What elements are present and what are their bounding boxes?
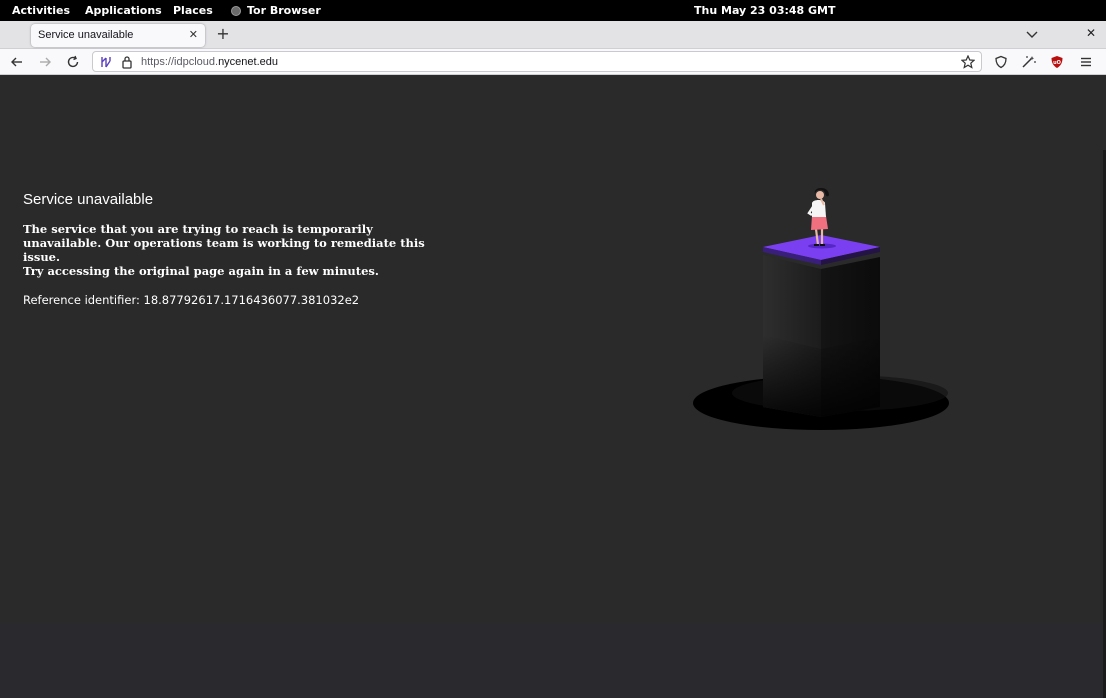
retry-message: Try accessing the original page again in… bbox=[23, 264, 379, 278]
ublock-origin-icon: uO bbox=[1051, 56, 1063, 68]
extensions-button[interactable] bbox=[1020, 53, 1038, 71]
arrow-right-icon bbox=[40, 57, 51, 67]
url-host: nycenet.edu bbox=[218, 56, 278, 68]
app-menu-button[interactable] bbox=[1077, 53, 1095, 71]
svg-text:uO: uO bbox=[1053, 60, 1061, 66]
tab-service-unavailable[interactable]: Service unavailable ✕ bbox=[31, 24, 205, 47]
url-prefix: https://idpcloud. bbox=[141, 56, 219, 68]
close-tab-icon[interactable]: ✕ bbox=[189, 28, 198, 41]
reload-icon bbox=[67, 55, 79, 68]
shield-icon bbox=[995, 55, 1007, 69]
clock[interactable]: Thu May 23 03:48 GMT bbox=[694, 4, 836, 17]
tab-title: Service unavailable bbox=[38, 29, 134, 41]
star-icon[interactable] bbox=[961, 55, 975, 69]
reference-identifier: Reference identifier: 18.87792617.171643… bbox=[23, 293, 360, 307]
error-page: Service unavailable The service that you… bbox=[0, 75, 1106, 698]
tor-browser-icon bbox=[231, 5, 241, 16]
app-menu-label: Tor Browser bbox=[247, 4, 321, 17]
navigation-toolbar: https://idpcloud.nycenet.edu uO bbox=[0, 49, 1106, 75]
system-top-bar: Activities Applications Places Tor Brows… bbox=[0, 0, 1106, 21]
lock-icon[interactable] bbox=[121, 55, 133, 69]
activities-button[interactable]: Activities bbox=[12, 4, 70, 17]
places-menu[interactable]: Places bbox=[173, 4, 213, 17]
tab-strip: Service unavailable ✕ + ✕ bbox=[0, 21, 1106, 49]
magic-wand-icon bbox=[1022, 56, 1036, 68]
ublock-button[interactable]: uO bbox=[1048, 53, 1066, 71]
error-description: The service that you are trying to reach… bbox=[23, 222, 425, 264]
shield-button[interactable] bbox=[992, 53, 1010, 71]
hamburger-menu-icon bbox=[1081, 57, 1091, 67]
arrow-left-icon bbox=[11, 57, 22, 67]
url-text[interactable]: https://idpcloud.nycenet.edu bbox=[141, 56, 278, 68]
reload-button[interactable] bbox=[64, 53, 82, 71]
url-bar[interactable]: https://idpcloud.nycenet.edu bbox=[92, 51, 982, 72]
pedestal-illustration bbox=[693, 188, 949, 430]
new-tab-button[interactable]: + bbox=[214, 25, 232, 43]
applications-menu[interactable]: Applications bbox=[85, 4, 162, 17]
app-menu[interactable]: Tor Browser bbox=[231, 4, 321, 17]
page-title: Service unavailable bbox=[23, 191, 154, 208]
back-button[interactable] bbox=[8, 53, 26, 71]
window-close-button[interactable]: ✕ bbox=[1084, 26, 1098, 42]
forward-button[interactable] bbox=[36, 53, 54, 71]
chevron-down-icon[interactable] bbox=[1025, 29, 1039, 41]
tor-circuit-icon[interactable] bbox=[99, 55, 113, 69]
